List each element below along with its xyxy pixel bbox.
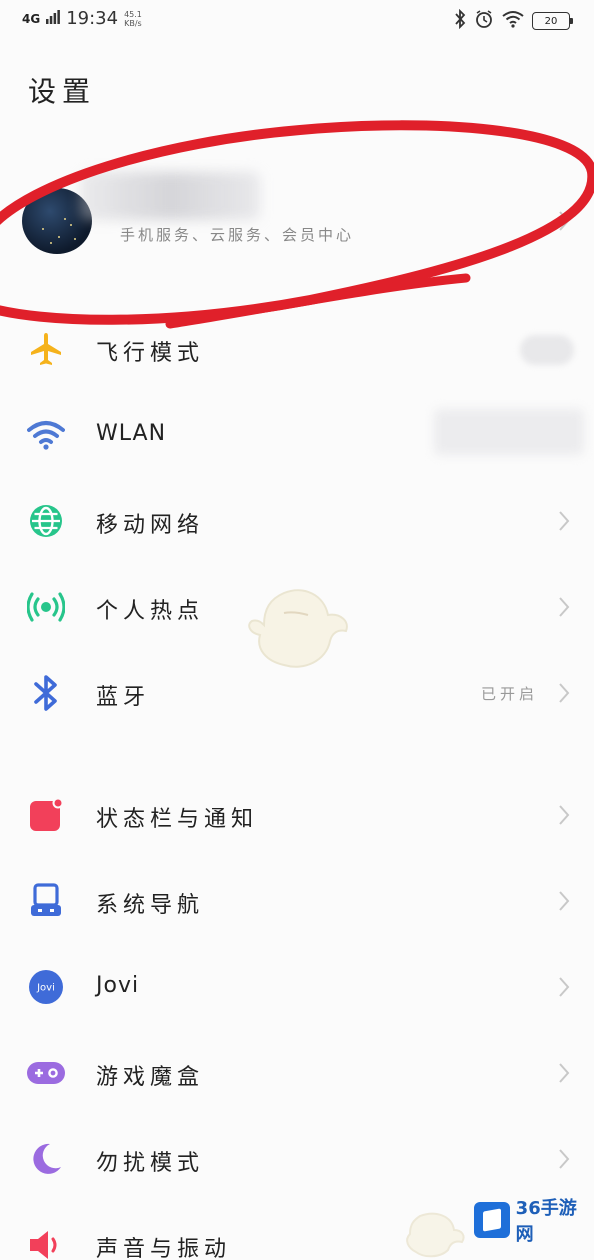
setting-label: 勿扰模式 [96,1151,205,1176]
status-bar: 4G 19:34 45.1 KB/s 20 [0,0,594,40]
speed-value: 45.1 [124,9,142,19]
account-subtitle: 手机服务、云服务、会员中心 [120,226,355,244]
chevron-right-icon [558,804,570,830]
site-watermark: 36手游网 [474,1198,594,1245]
setting-mobile-network[interactable]: 移动网络 [0,477,594,563]
wifi-icon [502,10,524,32]
alarm-icon [474,9,494,33]
setting-label: 游戏魔盒 [96,1065,205,1090]
notification-icon [26,795,66,835]
section-divider [0,735,594,771]
setting-airplane-mode[interactable]: 飞行模式 [0,305,594,391]
chevron-right-icon [558,1148,570,1174]
network-speed: 45.1 KB/s [124,10,142,28]
bluetooth-icon [26,673,66,713]
setting-system-navigation[interactable]: 系统导航 [0,857,594,943]
setting-wlan[interactable]: WLAN [0,391,594,477]
chevron-right-icon [558,210,570,236]
account-card[interactable]: 手机服务、云服务、会员中心 [0,140,594,310]
gamepad-icon [26,1053,66,1093]
chevron-right-icon [558,682,570,708]
setting-bluetooth[interactable]: 蓝牙 已开启 [0,649,594,735]
moon-icon [26,1139,66,1179]
navigation-icon [26,881,66,921]
setting-personal-hotspot[interactable]: 个人热点 [0,563,594,649]
account-name-redacted [80,172,260,220]
speed-unit: KB/s [124,18,142,28]
jovi-icon-text: Jovi [36,983,55,994]
setting-do-not-disturb[interactable]: 勿扰模式 [0,1115,594,1201]
setting-label: WLAN [96,421,167,446]
setting-label: 状态栏与通知 [96,807,259,832]
setting-label: 蓝牙 [96,685,151,710]
bluetooth-status: 已开启 [480,685,538,703]
chevron-right-icon [558,890,570,916]
network-type: 4G [22,11,41,26]
setting-jovi[interactable]: Jovi Jovi [0,943,594,1029]
setting-label: 飞行模式 [96,341,205,366]
setting-game-box[interactable]: 游戏魔盒 [0,1029,594,1115]
airplane-icon [26,329,66,369]
battery-icon: 20 [532,12,573,30]
bluetooth-icon [454,8,466,33]
watermark-logo-icon [474,1202,510,1238]
setting-label: 系统导航 [96,893,205,918]
setting-label: 声音与振动 [96,1237,232,1260]
airplane-toggle[interactable] [520,335,574,365]
setting-status-bar-notifications[interactable]: 状态栏与通知 [0,771,594,857]
clock: 19:34 [66,8,119,29]
page-title: 设置 [28,75,97,108]
globe-icon [26,501,66,541]
chevron-right-icon [558,976,570,1002]
setting-label: Jovi [96,973,140,998]
setting-label: 移动网络 [96,513,205,538]
chevron-right-icon [558,1062,570,1088]
watermark-text: 36手游网 [515,1198,577,1245]
hotspot-icon [26,587,66,627]
settings-list: 飞行模式 WLAN 移动网络 个人热点 蓝牙 已开启 状态栏与通知 系统导航 J… [0,305,594,1260]
wifi-icon [26,415,66,455]
wlan-status-redacted [434,409,584,455]
signal-icon [46,9,61,28]
speaker-icon [26,1225,66,1260]
chevron-right-icon [558,510,570,536]
jovi-icon: Jovi [26,967,66,1007]
chevron-right-icon [558,596,570,622]
setting-label: 个人热点 [96,599,205,624]
